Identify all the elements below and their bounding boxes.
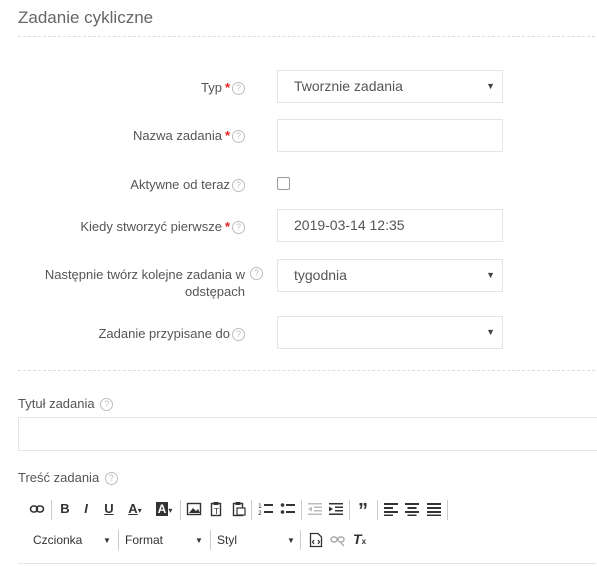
section-divider [18, 370, 595, 371]
chevron-down-icon: ▼ [103, 536, 111, 545]
type-label: Typ [200, 80, 222, 95]
type-label-row: Typ *? [201, 79, 245, 96]
font-combo[interactable]: Czcionka [33, 532, 82, 548]
help-icon[interactable]: ? [232, 130, 245, 143]
name-label: Nazwa zadania [133, 128, 222, 143]
toolbar-separator [447, 500, 448, 520]
task-title-label: Tytuł zadania [18, 396, 95, 411]
outdent-icon[interactable] [307, 501, 323, 517]
indent-icon[interactable] [328, 501, 344, 517]
name-input[interactable] [277, 119, 503, 152]
required-mark: * [224, 128, 230, 143]
paste-text-icon[interactable]: T [209, 501, 225, 517]
unlink-icon[interactable] [330, 533, 346, 547]
first-label-row: Kiedy stworzyć pierwsze *? [80, 218, 245, 235]
help-icon[interactable]: ? [232, 179, 245, 192]
link-icon[interactable] [29, 501, 45, 517]
task-content-label-row: Treść zadania ? [18, 470, 118, 485]
active-label-row: Aktywne od teraz? [130, 176, 245, 193]
required-mark: * [224, 80, 230, 95]
help-icon[interactable]: ? [232, 82, 245, 95]
bulleted-list-icon[interactable] [280, 501, 296, 517]
style-combo[interactable]: Styl [217, 532, 237, 548]
task-title-label-row: Tytuł zadania ? [18, 396, 114, 411]
align-left-icon[interactable] [383, 501, 399, 517]
interval-select-value: tygodnia [294, 267, 347, 283]
align-center-icon[interactable] [404, 501, 420, 517]
editor-bottom-border [18, 563, 596, 564]
chevron-down-icon: ▼ [287, 536, 295, 545]
italic-icon[interactable]: I [78, 501, 94, 517]
blockquote-icon[interactable]: ” [355, 501, 371, 521]
toolbar-separator [377, 500, 378, 520]
assigned-label-row: Zadanie przypisane do? [98, 325, 245, 342]
type-select[interactable]: Tworznie zadania ▼ [277, 70, 503, 103]
next-label: Następnie twórz kolejne zadania w odstęp… [44, 267, 245, 299]
svg-text:2: 2 [258, 510, 262, 517]
numbered-list-icon[interactable]: 1 2 [258, 501, 274, 517]
source-icon[interactable] [309, 532, 323, 548]
toolbar-separator [180, 500, 181, 520]
image-icon[interactable] [186, 501, 202, 517]
active-checkbox[interactable] [277, 177, 290, 190]
text-color-icon[interactable]: A▾ [123, 501, 147, 517]
toolbar-separator [210, 530, 211, 550]
page-title: Zadanie cykliczne [18, 8, 154, 27]
underline-icon[interactable]: U [101, 501, 117, 517]
format-combo[interactable]: Format [125, 532, 163, 548]
chevron-down-icon: ▼ [486, 270, 495, 280]
chevron-down-icon: ▼ [486, 81, 495, 91]
toolbar-separator [349, 500, 350, 520]
toolbar-separator [51, 500, 52, 520]
help-icon[interactable]: ? [104, 472, 118, 485]
assigned-label: Zadanie przypisane do [98, 326, 230, 341]
toolbar-separator [300, 530, 301, 550]
active-label: Aktywne od teraz [130, 177, 230, 192]
task-title-input[interactable] [18, 417, 597, 451]
justify-icon[interactable] [426, 501, 442, 517]
svg-text:T: T [213, 507, 219, 516]
toolbar-separator [118, 530, 119, 550]
first-datetime-input[interactable]: 2019-03-14 12:35 [277, 209, 503, 242]
toolbar-separator [251, 500, 252, 520]
required-mark: * [224, 219, 230, 234]
next-label-row: Następnie twórz kolejne zadania w odstęp… [20, 266, 245, 300]
help-icon[interactable]: ? [232, 328, 245, 341]
type-select-value: Tworznie zadania [294, 78, 403, 94]
name-label-row: Nazwa zadania *? [133, 127, 245, 144]
chevron-down-icon: ▼ [486, 327, 495, 337]
help-icon[interactable]: ? [232, 221, 245, 234]
title-divider [18, 36, 595, 37]
help-icon[interactable]: ? [250, 267, 263, 280]
task-content-label: Treść zadania [18, 470, 100, 485]
bold-icon[interactable]: B [57, 501, 73, 517]
chevron-down-icon: ▼ [195, 536, 203, 545]
toolbar-separator [301, 500, 302, 520]
background-color-icon[interactable]: A ▾ [152, 501, 176, 517]
remove-format-icon[interactable]: Tx [353, 531, 366, 547]
svg-text:1: 1 [258, 503, 262, 510]
assigned-select[interactable]: ▼ [277, 316, 503, 349]
interval-select[interactable]: tygodnia ▼ [277, 259, 503, 292]
paste-word-icon[interactable] [231, 501, 247, 517]
help-icon[interactable]: ? [100, 398, 114, 411]
first-label: Kiedy stworzyć pierwsze [80, 219, 222, 234]
